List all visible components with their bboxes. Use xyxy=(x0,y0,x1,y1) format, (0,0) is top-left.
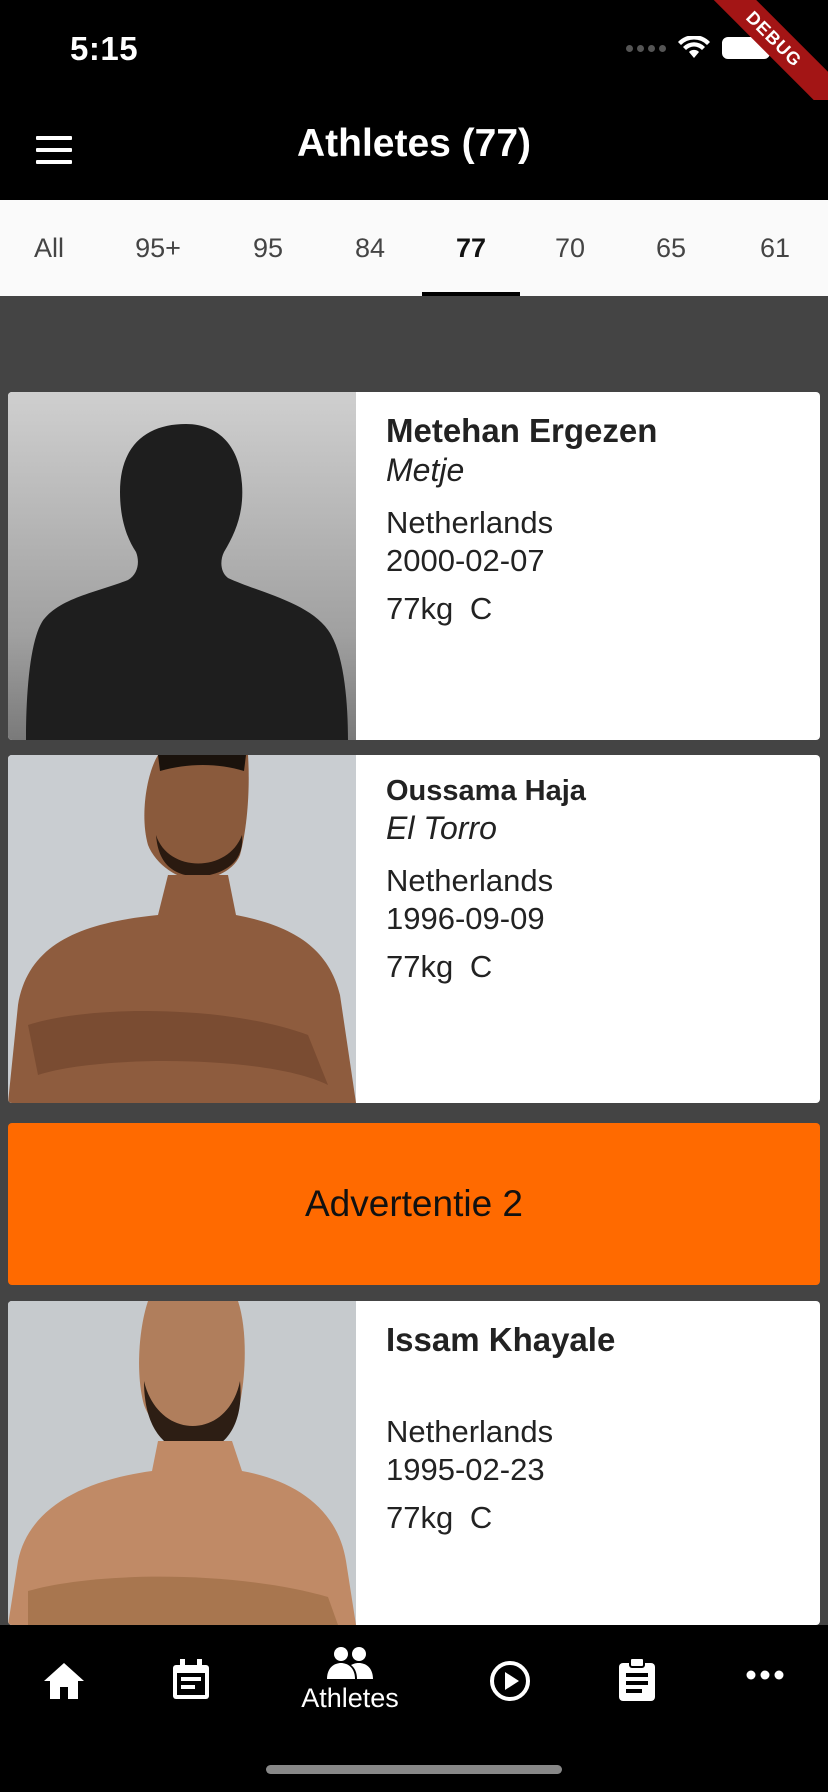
athlete-name: Issam Khayale xyxy=(386,1321,616,1358)
athlete-photo xyxy=(8,755,356,1103)
tab-70[interactable]: 70 xyxy=(520,200,620,296)
athlete-weight-class: 77kg C xyxy=(386,1499,790,1537)
nav-play[interactable] xyxy=(465,1659,555,1703)
athlete-portrait-icon xyxy=(8,1301,356,1625)
athlete-birthdate: 1995-02-23 xyxy=(386,1452,545,1487)
home-icon xyxy=(44,1663,84,1699)
athlete-class: C xyxy=(469,591,493,626)
nav-home[interactable] xyxy=(19,1661,109,1701)
nav-calendar[interactable] xyxy=(146,1659,236,1701)
page-title: Athletes (77) xyxy=(296,122,532,165)
status-bar: 5:15 DEBUG xyxy=(0,0,828,121)
athlete-card[interactable]: Metehan Ergezen Metje Netherlands 2000-0… xyxy=(8,392,820,740)
athlete-info: Issam Khayale Netherlands 1995-02-23 77k… xyxy=(356,1301,820,1625)
nav-more[interactable] xyxy=(720,1669,810,1681)
more-icon xyxy=(746,1670,784,1680)
ad-banner[interactable]: Advertentie 2 xyxy=(8,1123,820,1285)
athlete-name: Oussama Haja xyxy=(386,775,586,807)
athlete-country: Netherlands xyxy=(386,863,554,898)
nav-clipboard[interactable] xyxy=(592,1657,682,1701)
athlete-info: Oussama Haja El Torro Netherlands 1996-0… xyxy=(356,755,820,1103)
tab-77[interactable]: 77 xyxy=(422,200,520,296)
athlete-nickname: El Torro xyxy=(386,810,497,846)
athlete-card[interactable]: Issam Khayale Netherlands 1995-02-23 77k… xyxy=(8,1301,820,1625)
play-circle-icon xyxy=(490,1661,530,1701)
athlete-weight: 77kg xyxy=(386,1500,454,1535)
status-icons xyxy=(626,36,770,60)
signal-icon xyxy=(626,44,666,52)
silhouette-icon xyxy=(26,424,348,740)
tab-84[interactable]: 84 xyxy=(318,200,422,296)
home-indicator[interactable] xyxy=(266,1765,562,1774)
athlete-class: C xyxy=(469,949,493,984)
athlete-nickname: Metje xyxy=(386,452,465,488)
tab-all[interactable]: All xyxy=(0,200,98,296)
athlete-photo xyxy=(8,1301,356,1625)
athlete-name: Metehan Ergezen xyxy=(386,412,658,449)
athlete-card[interactable]: Oussama Haja El Torro Netherlands 1996-0… xyxy=(8,755,820,1103)
wifi-icon xyxy=(678,36,710,58)
athlete-portrait-icon xyxy=(8,755,356,1103)
status-time: 5:15 xyxy=(70,30,139,67)
athlete-info: Metehan Ergezen Metje Netherlands 2000-0… xyxy=(356,392,820,740)
athlete-nickname xyxy=(386,1361,790,1399)
calendar-icon xyxy=(173,1659,209,1699)
athlete-birthdate: 2000-02-07 xyxy=(386,543,545,578)
clipboard-icon xyxy=(619,1657,655,1701)
tab-61[interactable]: 61 xyxy=(722,200,828,296)
athlete-weight-class: 77kg C xyxy=(386,590,790,628)
tab-65[interactable]: 65 xyxy=(620,200,722,296)
nav-athletes[interactable]: Athletes xyxy=(301,1645,399,1714)
app-bar: Athletes (77) xyxy=(0,100,828,200)
tab-95-plus[interactable]: 95+ xyxy=(98,200,218,296)
athlete-weight-class: 77kg C xyxy=(386,948,790,986)
people-icon xyxy=(327,1647,373,1679)
nav-athletes-label: Athletes xyxy=(301,1683,399,1713)
athlete-weight: 77kg xyxy=(386,591,454,626)
tab-95[interactable]: 95 xyxy=(218,200,318,296)
athlete-birthdate: 1996-09-09 xyxy=(386,901,545,936)
athlete-country: Netherlands xyxy=(386,505,554,540)
athlete-weight: 77kg xyxy=(386,949,454,984)
athlete-country: Netherlands xyxy=(386,1414,554,1449)
weight-class-tabs: All 95+ 95 84 77 70 65 61 xyxy=(0,200,828,296)
athlete-photo xyxy=(8,392,356,740)
athlete-class: C xyxy=(469,1500,493,1535)
